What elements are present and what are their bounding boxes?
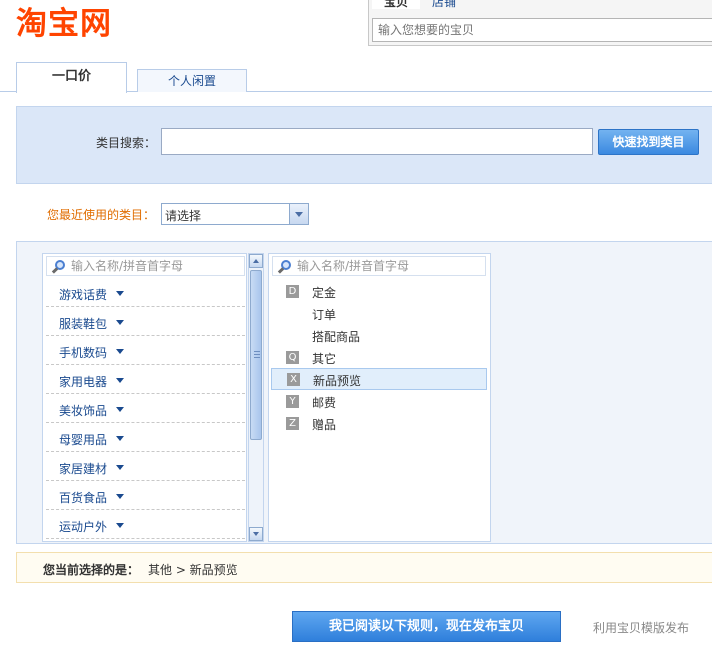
chevron-down-icon[interactable]	[289, 204, 308, 224]
chevron-down-icon	[116, 465, 124, 470]
level2-item-label: 邮费	[312, 396, 337, 410]
current-selection-value: 其他 > 新品预览	[148, 563, 238, 577]
level2-item-postage[interactable]: Y 邮费	[271, 391, 487, 413]
level1-item-label: 手机数码	[59, 346, 108, 360]
chevron-down-icon	[116, 407, 124, 412]
level2-item-order[interactable]: 订单	[271, 303, 487, 325]
level1-item-clothing[interactable]: 服装鞋包	[46, 307, 245, 336]
level2-item-label: 赠品	[312, 418, 337, 432]
index-letter-badge: Z	[286, 417, 299, 430]
chevron-down-icon	[116, 378, 124, 383]
level1-item-label: 家居建材	[59, 462, 108, 476]
chevron-down-icon	[116, 291, 124, 296]
level2-category-list: 输入名称/拼音首字母 D 定金 订单 搭配商品 Q 其它 X 新品预览 Y 邮费 Z 赠品	[268, 253, 491, 542]
level1-item-label: 美妆饰品	[59, 404, 108, 418]
level1-filter-input[interactable]: 输入名称/拼音首字母	[46, 256, 245, 276]
scrollbar-thumb[interactable]	[250, 270, 262, 440]
level1-item-baby[interactable]: 母婴用品	[46, 423, 245, 452]
level1-item-beauty[interactable]: 美妆饰品	[46, 394, 245, 423]
level2-item-label: 搭配商品	[312, 330, 361, 344]
search-icon	[51, 259, 67, 275]
level2-filter-input[interactable]: 输入名称/拼音首字母	[272, 256, 486, 276]
level1-item-digital[interactable]: 手机数码	[46, 336, 245, 365]
level1-item-label: 运动户外	[59, 520, 108, 534]
quick-find-category-button[interactable]: 快速找到类目	[598, 129, 699, 155]
recent-categories-label: 您最近使用的类目：	[47, 208, 156, 222]
tab-fixed-price[interactable]: 一口价	[16, 62, 127, 93]
search-tab-item[interactable]: 宝贝	[372, 0, 421, 9]
category-search-label: 类目搜索：	[96, 136, 157, 150]
scroll-down-arrow-icon[interactable]	[249, 527, 263, 541]
level2-item-new-preview[interactable]: X 新品预览	[271, 368, 487, 390]
level2-item-gift[interactable]: Z 赠品	[271, 413, 487, 435]
index-letter-badge: Q	[286, 351, 299, 364]
level2-item-label: 其它	[312, 352, 337, 366]
category-search-input[interactable]	[161, 128, 593, 155]
level2-item-label: 新品预览	[313, 374, 362, 388]
level1-item-label: 家用电器	[59, 375, 108, 389]
template-publish-link[interactable]: 利用宝贝模版发布	[593, 619, 689, 636]
chevron-down-icon	[116, 436, 124, 441]
level1-item-label: 百货食品	[59, 491, 108, 505]
level2-filter-placeholder: 输入名称/拼音首字母	[297, 259, 410, 273]
current-selection-label: 您当前选择的是：	[43, 563, 140, 577]
level2-item-label: 定金	[312, 286, 337, 300]
chevron-down-icon	[116, 320, 124, 325]
level2-item-other[interactable]: Q 其它	[271, 347, 487, 369]
level1-item-sports[interactable]: 运动户外	[46, 510, 245, 539]
level1-item-appliances[interactable]: 家用电器	[46, 365, 245, 394]
level2-item-label: 订单	[312, 308, 337, 322]
recent-categories-value: 请选择	[165, 209, 202, 223]
level1-item-label: 游戏话费	[59, 288, 108, 302]
chevron-down-icon	[116, 349, 124, 354]
search-tabs: 宝贝 店铺	[372, 0, 468, 9]
index-letter-badge: Y	[286, 395, 299, 408]
tab-personal-idle[interactable]: 个人闲置	[137, 69, 247, 92]
level1-item-game[interactable]: 游戏话费	[46, 278, 245, 307]
level1-item-label: 母婴用品	[59, 433, 108, 447]
chevron-down-icon	[116, 494, 124, 499]
taobao-logo[interactable]: 淘宝网	[16, 6, 112, 42]
level1-category-list: 输入名称/拼音首字母 游戏话费 服装鞋包 手机数码 家用电器 美妆饰品 母婴用品…	[42, 253, 247, 542]
scroll-up-arrow-icon[interactable]	[249, 254, 263, 268]
chevron-down-icon	[116, 523, 124, 528]
listing-type-tabs: 一口价 个人闲置	[0, 62, 712, 93]
index-letter-badge: X	[287, 373, 300, 386]
level1-filter-placeholder: 输入名称/拼音首字母	[71, 259, 184, 273]
level1-item-home[interactable]: 家居建材	[46, 452, 245, 481]
search-tab-shop[interactable]: 店铺	[420, 0, 468, 9]
level1-item-grocery[interactable]: 百货食品	[46, 481, 245, 510]
level1-scrollbar[interactable]	[248, 253, 264, 542]
level2-item-bundle[interactable]: 搭配商品	[271, 325, 487, 347]
search-input[interactable]	[372, 18, 712, 42]
recent-categories-select[interactable]: 请选择	[161, 203, 309, 225]
level2-item-deposit[interactable]: D 定金	[271, 281, 487, 303]
index-letter-badge: D	[286, 285, 299, 298]
publish-item-button[interactable]: 我已阅读以下规则，现在发布宝贝	[292, 611, 561, 642]
search-icon	[277, 259, 293, 275]
level1-item-label: 服装鞋包	[59, 317, 108, 331]
